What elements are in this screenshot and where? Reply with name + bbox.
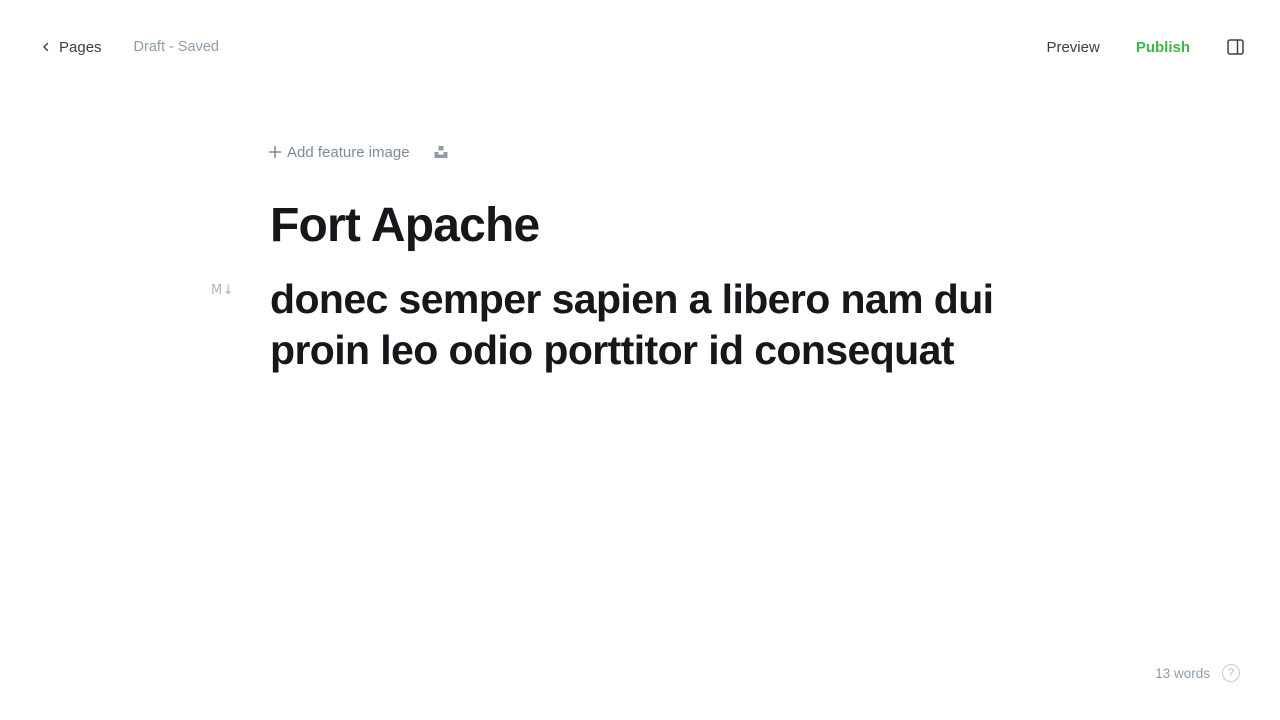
post-title[interactable]: Fort Apache <box>270 198 540 253</box>
add-feature-image-label: Add feature image <box>287 143 410 161</box>
sidebar-toggle-icon <box>1226 39 1244 55</box>
editor-page: Pages Draft - Saved Preview Publish Add … <box>0 0 1280 720</box>
back-to-pages-link[interactable]: Pages <box>42 39 102 56</box>
unsplash-icon <box>434 146 448 158</box>
sidebar-toggle-button[interactable] <box>1226 38 1244 56</box>
editor-footer: 13 words ? <box>1155 662 1240 684</box>
save-status: Draft - Saved <box>133 39 219 55</box>
topbar-right: Preview Publish <box>1046 36 1244 58</box>
feature-image-row: Add feature image <box>268 142 448 162</box>
add-feature-image-button[interactable]: Add feature image <box>268 144 410 161</box>
word-count: 13 words <box>1155 665 1210 681</box>
back-link-label: Pages <box>59 38 102 56</box>
question-circle-icon: ? <box>1227 667 1235 679</box>
plus-icon <box>268 145 282 159</box>
topbar-left: Pages Draft - Saved <box>42 36 219 58</box>
help-button[interactable]: ? <box>1222 664 1240 682</box>
preview-button[interactable]: Preview <box>1046 39 1099 56</box>
publish-button[interactable]: Publish <box>1136 39 1190 56</box>
chevron-left-icon <box>43 42 49 52</box>
markdown-indicator: M↓ <box>211 283 235 298</box>
unsplash-button[interactable] <box>434 145 448 159</box>
post-body-content[interactable]: donec semper sapien a libero nam dui pro… <box>270 274 1010 375</box>
